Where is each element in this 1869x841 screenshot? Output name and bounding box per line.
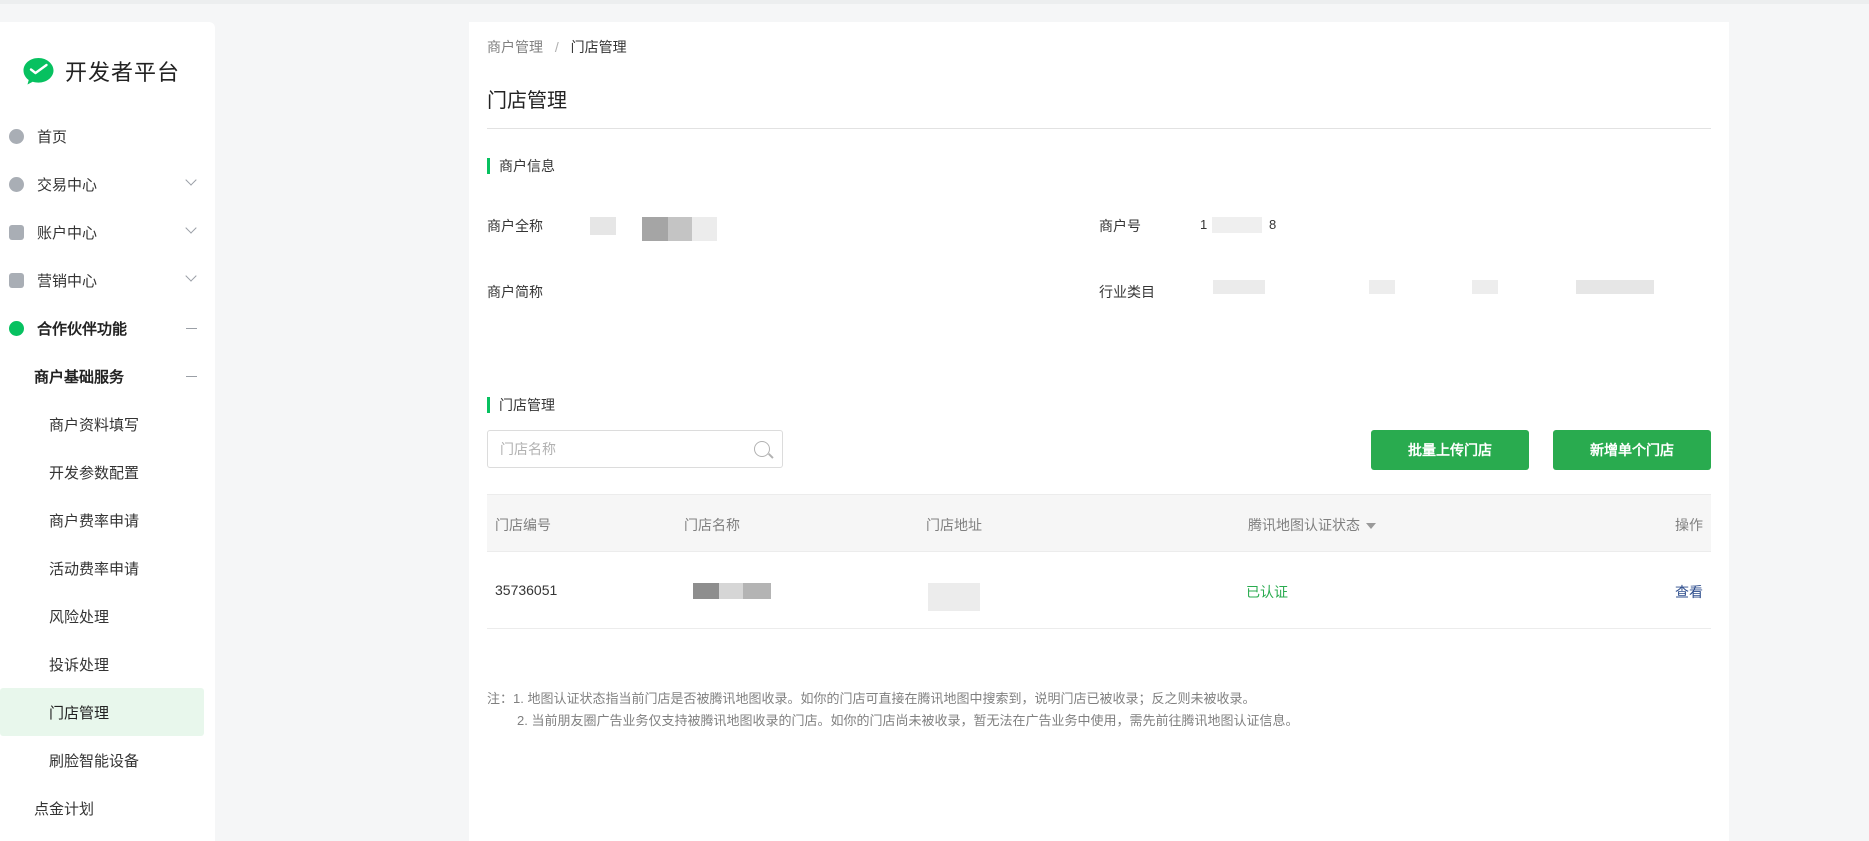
sidebar-item-label: 商户费率申请	[49, 512, 140, 530]
merchant-short-name-label: 商户简称	[487, 284, 543, 300]
store-search-input[interactable]	[498, 440, 742, 458]
sidebar-item-golden-plan[interactable]: 点金计划	[0, 784, 215, 832]
column-header-actions: 操作	[1675, 517, 1703, 533]
merchant-id-label: 商户号	[1099, 218, 1141, 234]
table-header: 门店编号 门店名称 门店地址 腾讯地图认证状态 操作	[487, 494, 1711, 552]
merchant-full-name-label: 商户全称	[487, 218, 543, 234]
top-border	[0, 0, 1869, 4]
sidebar-item-face-devices[interactable]: 刷脸智能设备	[0, 736, 215, 784]
store-section-title: 门店管理	[487, 397, 555, 413]
partner-icon	[9, 320, 24, 336]
sidebar-item-label: 商户资料填写	[49, 416, 140, 434]
note-line-1: 注：1. 地图认证状态指当前门店是否被腾讯地图收录。如你的门店可直接在腾讯地图中…	[487, 691, 1256, 706]
sidebar-item-trade-center[interactable]: 交易中心	[0, 160, 215, 208]
sidebar-item-label: 账户中心	[37, 224, 98, 242]
chevron-down-icon	[185, 174, 197, 186]
merchant-info-section-title: 商户信息	[487, 158, 555, 174]
sidebar-item-merchant-basic-services[interactable]: 商户基础服务	[0, 352, 215, 400]
sidebar-item-account-center[interactable]: 账户中心	[0, 208, 215, 256]
view-link[interactable]: 查看	[1675, 582, 1703, 602]
sidebar-item-store-management[interactable]: 门店管理	[0, 688, 204, 736]
merchant-id-value-start: 1	[1200, 217, 1208, 232]
redacted-value	[743, 583, 771, 599]
sidebar-item-partner-features[interactable]: 合作伙伴功能	[0, 304, 215, 352]
breadcrumb-parent[interactable]: 商户管理	[487, 39, 543, 55]
sidebar-item-label: 首页	[37, 128, 68, 146]
redacted-value	[692, 217, 717, 241]
sidebar-item-complaints[interactable]: 投诉处理	[0, 640, 215, 688]
column-header-store-address: 门店地址	[926, 517, 982, 533]
sidebar-item-risk[interactable]: 风险处理	[0, 592, 215, 640]
sidebar-item-label: 合作伙伴功能	[37, 320, 128, 338]
sidebar-item-marketing-center[interactable]: 营销中心	[0, 256, 215, 304]
marketing-icon	[9, 272, 24, 288]
sidebar-item-label: 商户基础服务	[34, 368, 125, 386]
wechat-pay-logo-icon	[23, 58, 54, 85]
sidebar-item-activity-rate[interactable]: 活动费率申请	[0, 544, 215, 592]
status-badge: 已认证	[1246, 584, 1288, 600]
breadcrumb-current: 门店管理	[570, 39, 627, 55]
collapse-icon	[186, 328, 197, 330]
sidebar-item-merchant-rate[interactable]: 商户费率申请	[0, 496, 215, 544]
redacted-value	[1472, 280, 1498, 294]
sidebar-item-label: 营销中心	[37, 272, 98, 290]
note-line-2: 2. 当前朋友圈广告业务仅支持被腾讯地图收录的门店。如你的门店尚未被收录，暂无法…	[517, 713, 1299, 728]
redacted-value	[719, 583, 743, 599]
sidebar-item-label: 风险处理	[49, 608, 110, 626]
store-search-box	[487, 430, 783, 468]
chevron-down-icon	[185, 222, 197, 234]
breadcrumb-separator: /	[554, 39, 559, 55]
redacted-value	[642, 217, 668, 241]
add-store-button[interactable]: 新增单个门店	[1553, 430, 1711, 470]
main-content: 商户管理 / 门店管理 门店管理 商户信息 商户全称 商户号 1 8 商户简称 …	[469, 22, 1729, 841]
sidebar-item-label: 投诉处理	[49, 656, 110, 674]
merchant-id-value-end: 8	[1269, 217, 1277, 232]
sidebar-item-merchant-info-fill[interactable]: 商户资料填写	[0, 400, 215, 448]
divider	[487, 128, 1711, 129]
sidebar-nav: 首页 交易中心 账户中心 营销中心 合作伙伴功能 商户基础服务 商户资料填写 开…	[0, 112, 215, 832]
store-table: 门店编号 门店名称 门店地址 腾讯地图认证状态 操作 35736051 已认证 …	[487, 494, 1711, 629]
home-icon	[9, 128, 24, 144]
column-header-store-id: 门店编号	[495, 517, 551, 533]
sidebar-item-label: 刷脸智能设备	[49, 752, 140, 770]
breadcrumb: 商户管理 / 门店管理	[487, 37, 627, 57]
account-icon	[9, 224, 24, 240]
search-icon[interactable]	[754, 441, 770, 457]
batch-upload-button[interactable]: 批量上传门店	[1371, 430, 1529, 470]
filter-caret-icon[interactable]	[1366, 523, 1376, 530]
redacted-value	[1576, 280, 1654, 294]
sidebar-item-label: 点金计划	[34, 800, 95, 818]
sidebar-item-label: 活动费率申请	[49, 560, 140, 578]
redacted-value	[1369, 280, 1395, 294]
redacted-value	[1212, 217, 1262, 233]
sidebar-item-label: 开发参数配置	[49, 464, 140, 482]
sidebar-item-dev-config[interactable]: 开发参数配置	[0, 448, 215, 496]
collapse-icon	[186, 376, 197, 378]
logo-text: 开发者平台	[65, 60, 181, 85]
store-id-cell: 35736051	[495, 582, 558, 598]
redacted-value	[928, 583, 980, 611]
redacted-value	[1213, 280, 1265, 294]
sidebar-item-label: 交易中心	[37, 176, 98, 194]
notes: 注：1. 地图认证状态指当前门店是否被腾讯地图收录。如你的门店可直接在腾讯地图中…	[487, 688, 1298, 732]
column-header-store-name: 门店名称	[684, 517, 740, 533]
page-title: 门店管理	[487, 90, 567, 112]
sidebar-item-home[interactable]: 首页	[0, 112, 215, 160]
exchange-icon	[9, 176, 24, 192]
redacted-value	[693, 583, 719, 599]
column-header-map-status-label: 腾讯地图认证状态	[1248, 517, 1360, 533]
redacted-value	[668, 217, 692, 241]
logo[interactable]: 开发者平台	[22, 55, 180, 87]
industry-label: 行业类目	[1099, 284, 1155, 300]
sidebar: 开发者平台 首页 交易中心 账户中心 营销中心 合作伙伴功能 商户基础服务 商户…	[0, 22, 215, 841]
table-row: 35736051 已认证 查看	[487, 552, 1711, 629]
sidebar-item-label: 门店管理	[49, 704, 110, 722]
chevron-down-icon	[185, 270, 197, 282]
column-header-map-status[interactable]: 腾讯地图认证状态	[1248, 515, 1376, 535]
redacted-value	[590, 217, 616, 235]
